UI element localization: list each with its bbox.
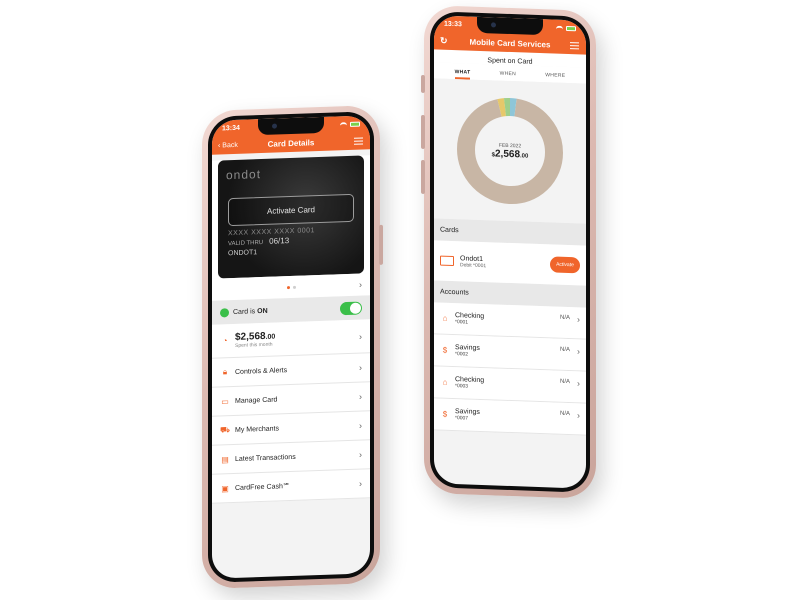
- moneybag-icon: $: [442, 409, 448, 419]
- cash-icon: ▣: [221, 483, 229, 493]
- cart-icon: ⛟: [220, 425, 231, 435]
- tab-when[interactable]: WHEN: [500, 71, 516, 82]
- account-row[interactable]: ⌂ Checking *0001 N/A ›: [434, 302, 586, 340]
- menu-item-cardfree-cash[interactable]: ▣ CardFree Cash℠ ›: [212, 469, 370, 504]
- menu-icon[interactable]: [354, 136, 363, 145]
- phone-mobile-card-services: 13:33 ↻ Mobile Card Services Spent on Ca…: [421, 4, 596, 500]
- camera: [272, 123, 277, 129]
- house-icon: ⌂: [442, 377, 448, 387]
- chevron-right-icon: ›: [359, 331, 362, 342]
- menu-icon[interactable]: [570, 41, 579, 49]
- card-details-screen: 13:34 ‹ Back Card Details ondot Activate…: [212, 115, 370, 579]
- activate-button[interactable]: Activate: [550, 256, 580, 274]
- donut-center-label: FEB 2022 $2,568.00: [492, 142, 529, 160]
- card-item[interactable]: Ondot1 Debit *0001 Activate: [434, 240, 586, 286]
- pager-dot-active: [286, 285, 290, 289]
- chevron-right-icon: ›: [359, 362, 362, 373]
- spent-row[interactable]: ◔ $2,568.00 Spent this month ›: [212, 319, 370, 359]
- tab-what[interactable]: WHAT: [454, 69, 471, 80]
- pager-dot: [292, 285, 296, 289]
- status-time: 13:34: [222, 124, 240, 132]
- chevron-right-icon: ›: [359, 449, 362, 460]
- activate-card-button[interactable]: Activate Card: [228, 193, 354, 227]
- tab-where[interactable]: WHERE: [545, 72, 565, 83]
- card-menu-list: ◔ $2,568.00 Spent this month › 🔒︎ Contro…: [212, 319, 370, 504]
- back-button[interactable]: ‹ Back: [218, 141, 238, 149]
- chevron-right-icon[interactable]: ›: [359, 280, 362, 290]
- power-button: [379, 224, 383, 265]
- notch: [477, 16, 543, 36]
- battery-icon: [350, 121, 360, 127]
- battery-icon: [566, 25, 576, 31]
- lock-icon: 🔒︎: [222, 367, 228, 377]
- receipt-icon: ▤: [221, 454, 229, 464]
- account-row[interactable]: $ Savings *0002 N/A ›: [434, 334, 586, 372]
- card-expiry: VALID THRU 06/13: [228, 236, 290, 248]
- card-icon: [440, 255, 454, 267]
- page-title: Mobile Card Services: [469, 37, 551, 49]
- account-row[interactable]: ⌂ Checking *0003 N/A ›: [434, 366, 586, 404]
- wifi-icon: [340, 121, 347, 127]
- card-icon: ▭: [221, 396, 229, 406]
- account-row[interactable]: $ Savings *0007 N/A ›: [434, 398, 586, 436]
- power-icon: [220, 307, 229, 317]
- page-title: Card Details: [267, 137, 315, 149]
- mute-switch: [421, 74, 425, 94]
- camera: [491, 22, 496, 28]
- notch: [258, 116, 324, 136]
- volume-up-button: [421, 114, 425, 150]
- chevron-right-icon: ›: [359, 420, 362, 431]
- mobile-card-services-screen: 13:33 ↻ Mobile Card Services Spent on Ca…: [434, 15, 586, 489]
- moneybag-icon: $: [442, 345, 448, 355]
- volume-down-button: [421, 159, 425, 195]
- card-image: ondot Activate Card XXXX XXXX XXXX 0001 …: [218, 155, 364, 279]
- chevron-right-icon: ›: [359, 478, 362, 489]
- card-brand-logo: ondot: [226, 167, 262, 183]
- chevron-right-icon: ›: [577, 346, 580, 357]
- gauge-icon: ◔: [222, 336, 228, 346]
- chevron-right-icon: ›: [577, 410, 580, 421]
- donut-amount: $2,568.00: [491, 147, 529, 160]
- card-holder: ONDOT1: [228, 249, 258, 258]
- wifi-icon: [556, 25, 563, 31]
- house-icon: ⌂: [442, 313, 448, 323]
- phone-bezel: 13:33 ↻ Mobile Card Services Spent on Ca…: [430, 11, 590, 493]
- spend-donut[interactable]: FEB 2022 $2,568.00: [434, 78, 586, 224]
- phone-card-details: 13:34 ‹ Back Card Details ondot Activate…: [202, 104, 383, 590]
- card-on-toggle[interactable]: [340, 301, 362, 315]
- phone-bezel: 13:34 ‹ Back Card Details ondot Activate…: [208, 111, 374, 583]
- chevron-right-icon: ›: [359, 391, 362, 402]
- status-time: 13:33: [444, 20, 462, 28]
- chevron-right-icon: ›: [577, 314, 580, 325]
- chevron-right-icon: ›: [577, 378, 580, 389]
- refresh-icon[interactable]: ↻: [440, 35, 448, 46]
